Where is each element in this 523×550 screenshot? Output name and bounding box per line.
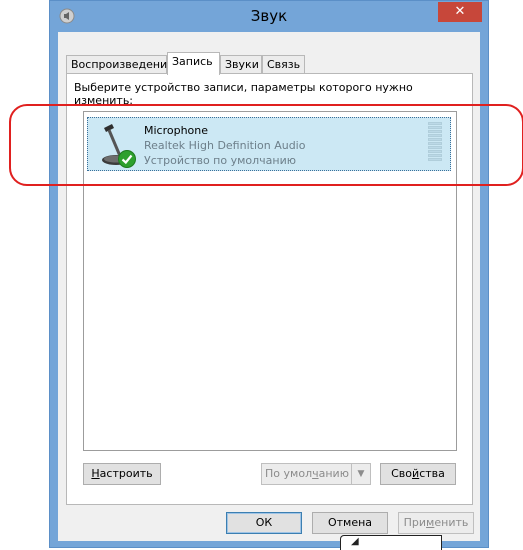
tab-sounds[interactable]: Звуки <box>220 55 262 74</box>
cancel-button[interactable]: Отмена <box>312 512 388 534</box>
sound-dialog: Звук ✕ Воспроизведение Запись Звуки Связ… <box>49 0 489 548</box>
close-button[interactable]: ✕ <box>438 2 482 22</box>
tab-communications[interactable]: Связь <box>262 55 305 74</box>
configure-button[interactable]: Настроить <box>83 463 161 485</box>
ok-button[interactable]: ОК <box>226 512 302 534</box>
microphone-icon: ◢ <box>351 536 359 547</box>
set-default-button[interactable]: По умолчанию ▼ <box>261 463 371 485</box>
tab-recording[interactable]: Запись <box>167 52 220 75</box>
apply-button[interactable]: Применить <box>398 512 474 534</box>
window-title: Звук <box>250 7 288 25</box>
highlight-annotation <box>9 104 523 186</box>
title-bar[interactable]: Звук ✕ <box>50 1 488 32</box>
tab-playback[interactable]: Воспроизведение <box>66 55 174 74</box>
chevron-down-icon[interactable]: ▼ <box>351 464 370 484</box>
properties-button[interactable]: Свойства <box>380 463 456 485</box>
